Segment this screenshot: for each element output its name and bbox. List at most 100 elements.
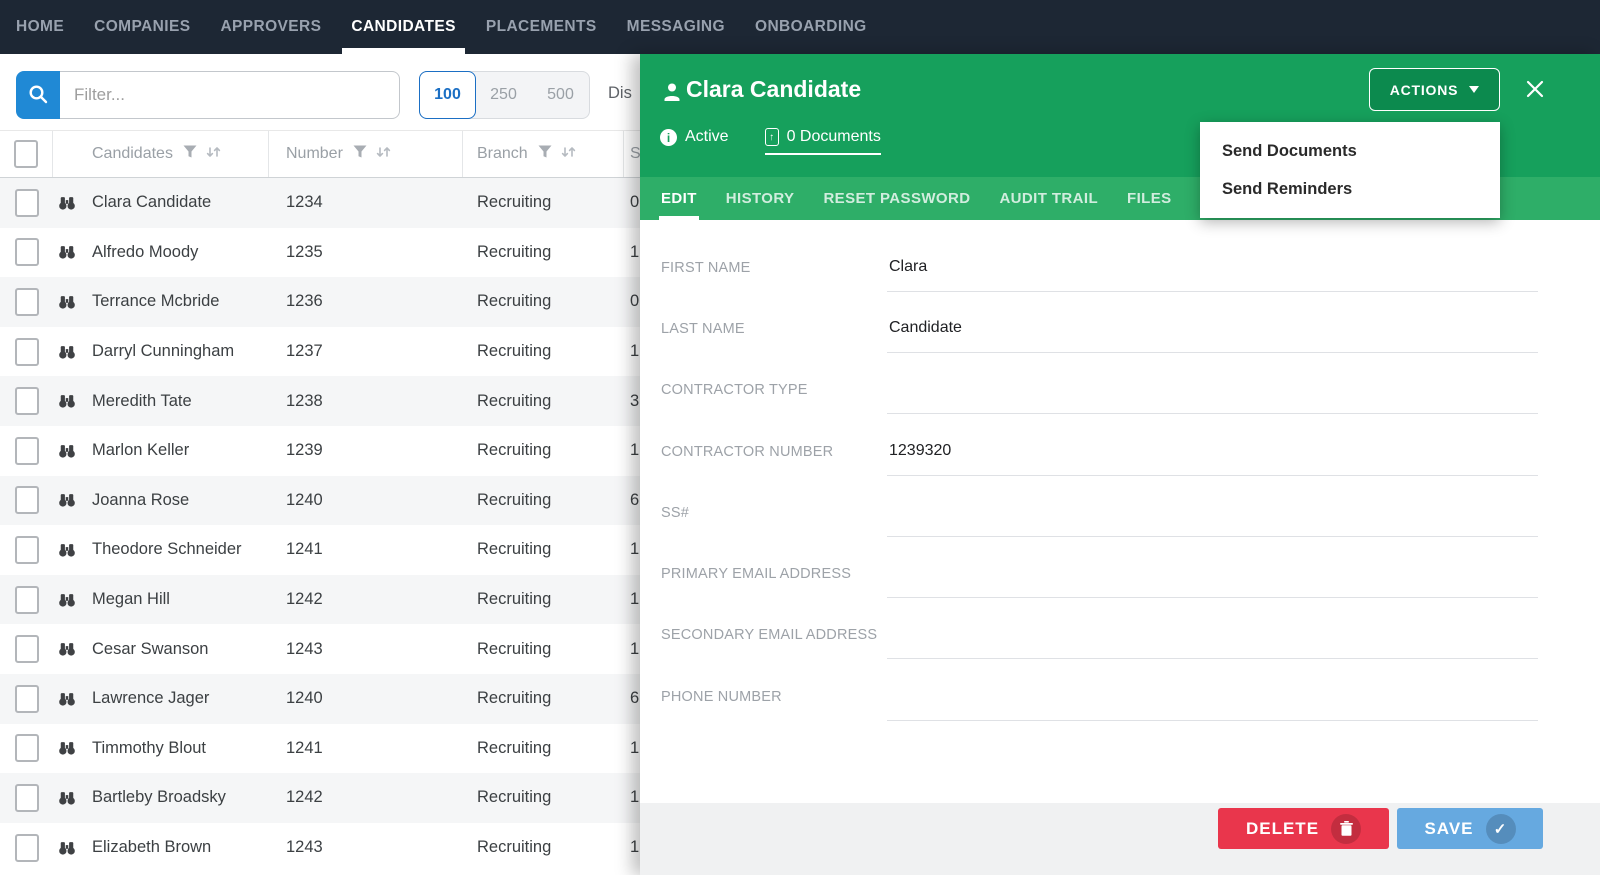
candidate-branch: Recruiting xyxy=(463,327,624,377)
filter-group xyxy=(16,71,400,119)
row-checkbox[interactable] xyxy=(15,486,39,514)
binoculars-icon xyxy=(57,242,77,262)
nav-item[interactable]: MESSAGING xyxy=(627,0,725,54)
column-header-candidates[interactable]: Candidates xyxy=(53,131,269,177)
candidate-number: 1240 xyxy=(269,674,463,724)
candidate-name: Megan Hill xyxy=(92,590,170,609)
field-label: PRIMARY EMAIL ADDRESS xyxy=(661,566,887,582)
page-size-button[interactable]: 100 xyxy=(419,71,476,119)
binoculars-icon xyxy=(57,342,77,362)
candidate-number: 1236 xyxy=(269,277,463,327)
candidate-branch: Recruiting xyxy=(463,228,624,278)
binoculars-icon xyxy=(57,540,77,560)
form-field: FIRST NAME Clara xyxy=(661,237,1538,298)
column-header-branch[interactable]: Branch xyxy=(463,131,624,177)
sort-icon[interactable] xyxy=(560,144,577,165)
field-input[interactable]: Clara xyxy=(887,258,1538,292)
field-label: CONTRACTOR TYPE xyxy=(661,382,887,398)
candidate-name: Meredith Tate xyxy=(92,392,192,411)
filter-funnel-icon[interactable] xyxy=(353,145,367,163)
field-label: CONTRACTOR NUMBER xyxy=(661,444,887,460)
panel-tab[interactable]: EDIT xyxy=(661,177,697,220)
actions-button[interactable]: ACTIONS xyxy=(1369,68,1500,111)
row-checkbox[interactable] xyxy=(15,586,39,614)
candidate-name: Terrance Mcbride xyxy=(92,292,219,311)
row-checkbox[interactable] xyxy=(15,288,39,316)
candidate-number: 1240 xyxy=(269,476,463,526)
form-field: CONTRACTOR NUMBER 1239320 xyxy=(661,421,1538,482)
nav-item[interactable]: PLACEMENTS xyxy=(486,0,597,54)
row-checkbox[interactable] xyxy=(15,784,39,812)
page-size-button[interactable]: 500 xyxy=(532,72,589,118)
actions-menu: Send Documents Send Reminders xyxy=(1200,122,1500,218)
row-checkbox[interactable] xyxy=(15,338,39,366)
panel-tab[interactable]: RESET PASSWORD xyxy=(823,177,970,220)
candidate-number: 1243 xyxy=(269,624,463,674)
field-input[interactable] xyxy=(887,380,1538,414)
delete-button[interactable]: DELETE xyxy=(1218,808,1389,849)
field-input[interactable] xyxy=(887,625,1538,659)
candidate-number: 1238 xyxy=(269,376,463,426)
nav-item[interactable]: APPROVERS xyxy=(220,0,321,54)
candidate-number: 1239 xyxy=(269,426,463,476)
field-label: SS# xyxy=(661,505,887,521)
binoculars-icon xyxy=(57,639,77,659)
row-checkbox[interactable] xyxy=(15,437,39,465)
trash-icon xyxy=(1331,814,1361,844)
row-checkbox[interactable] xyxy=(15,189,39,217)
nav-item[interactable]: COMPANIES xyxy=(94,0,190,54)
row-checkbox[interactable] xyxy=(15,834,39,862)
binoculars-icon xyxy=(57,490,77,510)
menu-item[interactable]: Send Documents xyxy=(1200,132,1500,170)
candidate-number: 1242 xyxy=(269,575,463,625)
binoculars-icon xyxy=(57,292,77,312)
candidate-name: Cesar Swanson xyxy=(92,640,208,659)
field-input[interactable]: Candidate xyxy=(887,319,1538,353)
column-header-number[interactable]: Number xyxy=(269,131,463,177)
row-checkbox[interactable] xyxy=(15,536,39,564)
candidate-name: Bartleby Broadsky xyxy=(92,788,226,807)
binoculars-icon xyxy=(57,689,77,709)
sort-icon[interactable] xyxy=(205,144,222,165)
close-icon[interactable] xyxy=(1521,75,1549,103)
field-input[interactable] xyxy=(887,503,1538,537)
candidate-branch: Recruiting xyxy=(463,624,624,674)
field-input[interactable] xyxy=(887,564,1538,598)
search-button[interactable] xyxy=(16,71,60,119)
info-icon: i xyxy=(660,129,677,146)
nav-item[interactable]: HOME xyxy=(16,0,64,54)
filter-funnel-icon[interactable] xyxy=(538,145,552,163)
form-field: SECONDARY EMAIL ADDRESS xyxy=(661,605,1538,666)
candidate-number: 1234 xyxy=(269,178,463,228)
row-checkbox[interactable] xyxy=(15,635,39,663)
edit-form: FIRST NAME Clara LAST NAME Candidate CON… xyxy=(661,237,1538,727)
filter-funnel-icon[interactable] xyxy=(183,145,197,163)
row-checkbox[interactable] xyxy=(15,734,39,762)
row-checkbox[interactable] xyxy=(15,387,39,415)
candidate-name: Joanna Rose xyxy=(92,491,189,510)
app-root: HOME COMPANIES APPROVERS CANDIDATES PLAC… xyxy=(0,0,1600,875)
candidate-branch: Recruiting xyxy=(463,823,624,873)
candidate-number: 1243 xyxy=(269,823,463,873)
nav-item[interactable]: ONBOARDING xyxy=(755,0,867,54)
candidate-branch: Recruiting xyxy=(463,426,624,476)
select-all-checkbox[interactable] xyxy=(14,140,38,168)
candidate-branch: Recruiting xyxy=(463,525,624,575)
binoculars-icon xyxy=(57,788,77,808)
row-checkbox[interactable] xyxy=(15,685,39,713)
filter-input[interactable] xyxy=(60,71,400,119)
row-checkbox[interactable] xyxy=(15,238,39,266)
save-button[interactable]: SAVE ✓ xyxy=(1397,808,1543,849)
field-input[interactable]: 1239320 xyxy=(887,442,1538,476)
page-size-button[interactable]: 250 xyxy=(475,72,532,118)
panel-tab[interactable]: AUDIT TRAIL xyxy=(999,177,1098,220)
field-input[interactable] xyxy=(887,687,1538,721)
candidate-branch: Recruiting xyxy=(463,724,624,774)
menu-item[interactable]: Send Reminders xyxy=(1200,170,1500,208)
nav-item[interactable]: CANDIDATES xyxy=(351,0,455,54)
panel-tab[interactable]: FILES xyxy=(1127,177,1172,220)
documents-link[interactable]: ↑ 0 Documents xyxy=(765,128,881,155)
panel-tab[interactable]: HISTORY xyxy=(726,177,795,220)
sort-icon[interactable] xyxy=(375,144,392,165)
candidate-name: Timmothy Blout xyxy=(92,739,206,758)
